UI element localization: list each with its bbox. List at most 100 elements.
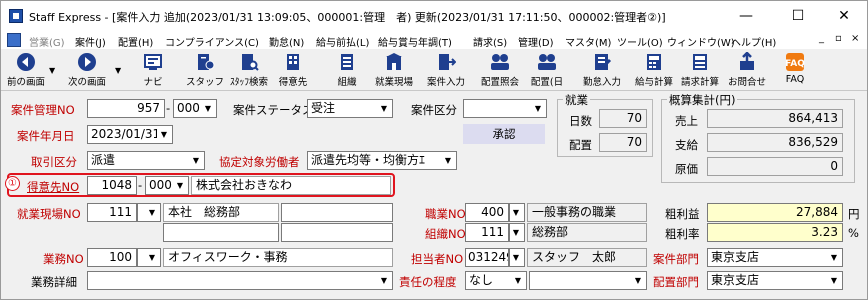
org-select[interactable]: ▼ [509, 223, 525, 242]
menu-case[interactable]: 案件(J) [75, 34, 106, 49]
placement-inquiry-button[interactable]: 配置照会 [475, 49, 525, 91]
mdi-minimize-button[interactable]: _ [819, 33, 824, 44]
trade-type-value: 派遣 [91, 153, 116, 167]
worksite-icon [386, 53, 402, 70]
prev-dropdown-icon[interactable]: ▼ [49, 66, 55, 75]
responsibility-select[interactable]: なし ▼ [465, 271, 527, 290]
placement-daily-button[interactable]: 配置(日 [527, 49, 567, 91]
menu-help[interactable]: ヘルプ(H) [731, 34, 776, 49]
placed-label: 配置 [569, 138, 592, 152]
worksite-button[interactable]: 就業現場 [369, 49, 419, 91]
worksite-no-input[interactable]: 111 [87, 203, 137, 222]
next-screen-button[interactable]: 次の画面 [59, 49, 115, 91]
duty-detail-select[interactable]: ▼ [87, 271, 393, 290]
job-type-no-label: 職業NO [425, 207, 466, 221]
close-button[interactable]: ✕ [821, 1, 867, 31]
worksite-select[interactable]: ▼ [137, 203, 161, 222]
site-extra-field-1[interactable] [163, 223, 279, 242]
duty-no-input[interactable]: 100 [87, 248, 137, 267]
mdi-restore-button[interactable]: ▫ [835, 33, 842, 44]
responsibility-label: 責任の程度 [399, 275, 457, 289]
status-value: 受注 [311, 101, 336, 115]
case-dept-label: 案件部門 [653, 252, 699, 266]
category-select[interactable]: ▼ [463, 99, 547, 118]
status-select[interactable]: 受注 ▼ [307, 99, 393, 118]
cost-label: 原価 [675, 162, 698, 176]
attendance-entry-button[interactable]: 勤怠入力 [577, 49, 627, 91]
document-icon[interactable] [7, 33, 21, 47]
org-no-input[interactable]: 111 [465, 223, 509, 242]
case-date-picker[interactable]: 2023/01/31 ▼ [87, 125, 173, 144]
gross-rate-value: 3.23 [707, 223, 843, 242]
customer-button[interactable]: 得意先 [273, 49, 313, 91]
next-screen-label: 次の画面 [67, 77, 106, 88]
payment-label: 支給 [675, 138, 698, 152]
attendance-icon [595, 54, 612, 70]
menu-payroll[interactable]: 給与賞与年調(T) [378, 34, 452, 49]
placement-inquiry-label: 配置照会 [480, 77, 519, 88]
menu-window[interactable]: ウィンドウ(W) [667, 34, 735, 49]
payroll-calc-label: 給与計算 [634, 77, 673, 88]
faq-icon: FAQ [785, 53, 805, 71]
maximize-button[interactable]: ☐ [775, 1, 821, 31]
organization-icon [341, 54, 353, 70]
payroll-calc-button[interactable]: 給与計算 [631, 49, 677, 91]
staff-select[interactable]: ▼ [509, 248, 525, 267]
labor-select[interactable]: 派遣先均等・均衡方ｴ ▼ [307, 151, 457, 170]
menu-management[interactable]: 管理(D) [518, 34, 554, 49]
menu-attendance[interactable]: 勤怠(N) [269, 34, 304, 49]
labor-value: 派遣先均等・均衡方ｴ [311, 153, 426, 167]
assign-dept-value: 東京支店 [711, 273, 760, 287]
organization-button[interactable]: 組織 [327, 49, 367, 91]
worksite-extra-field[interactable] [281, 203, 393, 222]
staff-search-button[interactable]: ｽﾀｯﾌ検索 [227, 49, 271, 91]
customer-row-highlight [7, 173, 395, 197]
menu-placement[interactable]: 配置(H) [118, 34, 153, 49]
approve-button[interactable]: 承認 [463, 124, 545, 144]
job-type-select[interactable]: ▼ [509, 203, 525, 222]
case-no-input[interactable]: 957 [87, 99, 165, 118]
staff-button[interactable]: スタッフ [185, 49, 225, 91]
menu-master[interactable]: マスタ(M) [565, 34, 611, 49]
minimize-button[interactable]: — [723, 1, 769, 31]
staff-no-input[interactable]: 031249 [465, 248, 509, 267]
navi-button[interactable]: ナビ [133, 49, 173, 91]
navi-icon [144, 54, 162, 70]
staff-search-icon [242, 54, 259, 71]
payment-value: 836,529 [707, 133, 843, 152]
next-dropdown-icon[interactable]: ▼ [115, 66, 121, 75]
prev-screen-button[interactable]: 前の画面 [3, 49, 49, 91]
chevron-down-icon: ▼ [510, 250, 523, 265]
menu-compliance[interactable]: コンプライアンス(C) [165, 34, 259, 49]
annotation-badge: ① [5, 176, 20, 191]
chevron-down-icon: ▼ [510, 225, 523, 240]
faq-button[interactable]: FAQ FAQ [777, 49, 813, 91]
sales-label: 売上 [675, 114, 698, 128]
billing-calc-button[interactable]: 請求計算 [677, 49, 723, 91]
case-dept-select[interactable]: 東京支店 ▼ [707, 248, 843, 267]
gross-profit-unit: 円 [848, 207, 860, 221]
case-entry-button[interactable]: 案件入力 [421, 49, 471, 91]
responsibility-detail-select[interactable]: ▼ [529, 271, 647, 290]
inquiry-button[interactable]: お問合せ [723, 49, 771, 91]
case-date-value: 2023/01/31 [91, 127, 161, 141]
mdi-close-button[interactable]: × [851, 33, 859, 44]
case-no-sub-select[interactable]: 000 ▼ [173, 99, 217, 118]
duty-select[interactable]: ▼ [137, 248, 161, 267]
job-type-name-field: 一般事務の職業 [527, 203, 647, 222]
job-type-no-input[interactable]: 400 [465, 203, 509, 222]
gross-rate-label: 粗利率 [665, 227, 700, 241]
toolbar: 前の画面 ▼ 次の画面 ▼ ナビ スタッフ ｽﾀｯﾌ検索 得意先 組織 就業現場… [1, 49, 867, 91]
menu-billing[interactable]: 請求(S) [473, 34, 507, 49]
site-extra-field-2[interactable] [281, 223, 393, 242]
chevron-down-icon: ▼ [145, 250, 159, 265]
days-label: 日数 [569, 114, 592, 128]
menu-advance-pay[interactable]: 給与前払(L) [316, 34, 369, 49]
menu-sales[interactable]: 営業(G) [29, 34, 65, 49]
menu-tools[interactable]: ツール(O) [617, 34, 663, 49]
trade-type-select[interactable]: 派遣 ▼ [87, 151, 205, 170]
menu-bar: 営業(G) 案件(J) 配置(H) コンプライアンス(C) 勤怠(N) 給与前払… [1, 31, 867, 49]
cost-value: 0 [707, 157, 843, 176]
assign-dept-select[interactable]: 東京支店 ▼ [707, 271, 843, 290]
gross-profit-label: 粗利益 [665, 207, 700, 221]
